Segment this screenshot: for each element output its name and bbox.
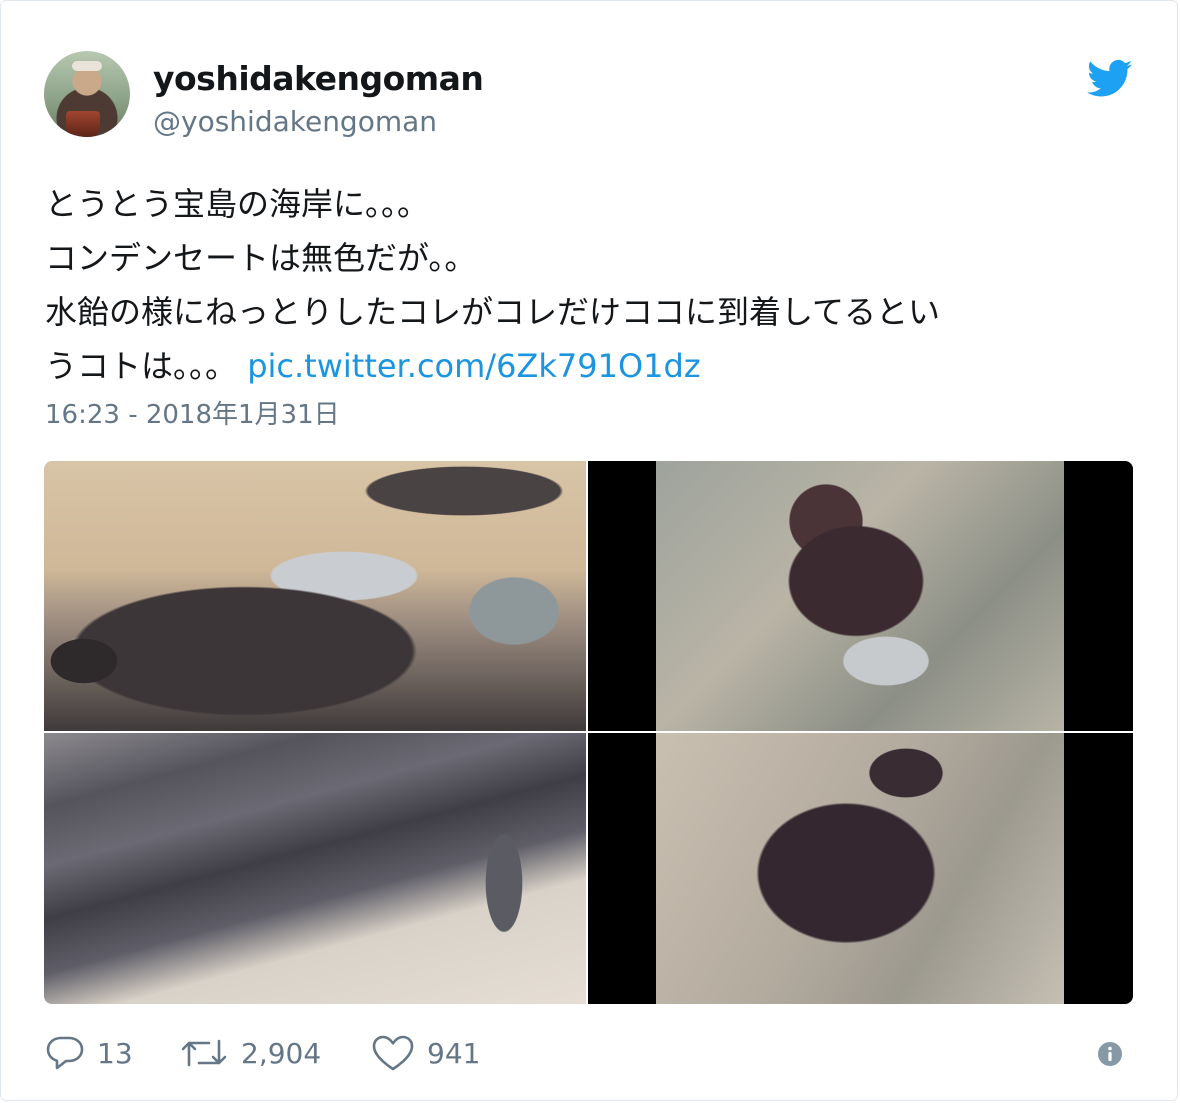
info-icon[interactable] [1097,1041,1123,1067]
display-name[interactable]: yoshidakengoman [153,59,484,98]
photo-oil-coral-rock-2[interactable] [588,733,1133,1004]
like-count: 941 [427,1036,481,1070]
photo-oil-beach-rocks[interactable] [44,461,586,731]
reply-icon [46,1036,84,1070]
avatar-hat [72,61,102,71]
photo-inner [656,461,1064,731]
avatar-drum [66,111,100,137]
tweet-text: とうとう宝島の海岸に。。。 コンデンセートは無色だが。。 水飴の様にねっとりした… [45,177,1135,393]
timestamp[interactable]: 16:23 - 2018年1月31日 [45,394,340,431]
photo-oil-concrete-steps[interactable] [44,733,586,1004]
heart-icon [372,1035,414,1071]
avatar[interactable] [44,51,130,137]
like-button[interactable]: 941 [371,1031,480,1075]
photo-oil-coral-rock-1[interactable] [588,461,1133,731]
media-grid [44,461,1133,1004]
retweet-icon [181,1039,227,1067]
twitter-bird-icon[interactable] [1087,59,1133,99]
media-link[interactable]: pic.twitter.com/6Zk791O1dz [247,347,700,385]
reply-count: 13 [97,1036,133,1070]
user-handle[interactable]: @yoshidakengoman [153,105,437,138]
tweet-card: yoshidakengoman @yoshidakengoman とうとう宝島の… [0,0,1178,1101]
photo-inner [656,733,1064,1004]
action-bar: 13 2,904 941 [45,1031,1135,1075]
retweet-count: 2,904 [241,1036,322,1070]
retweet-button[interactable]: 2,904 [179,1031,321,1075]
reply-button[interactable]: 13 [45,1031,133,1075]
